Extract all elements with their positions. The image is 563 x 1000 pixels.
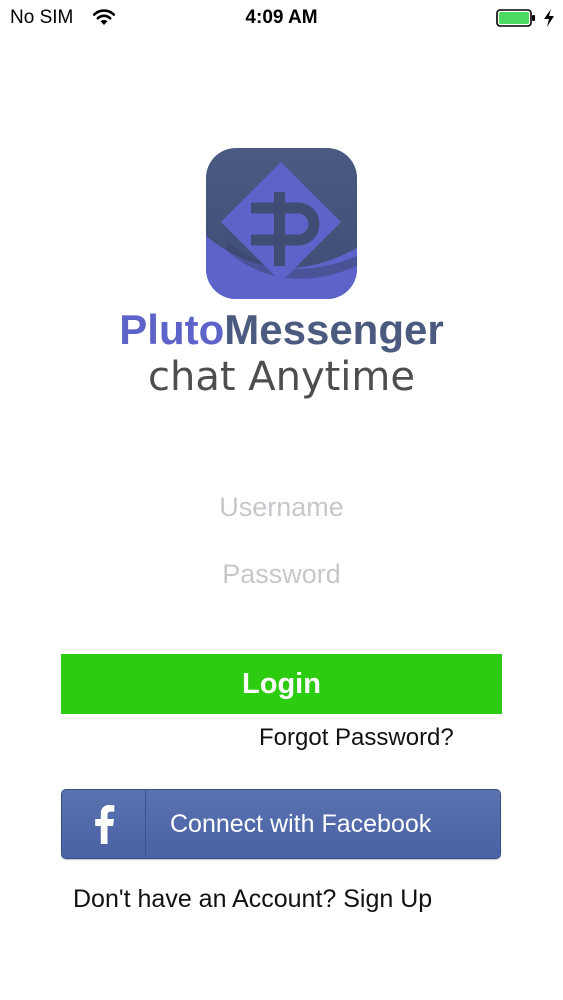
facebook-icon	[95, 805, 115, 844]
connect-facebook-button[interactable]: Connect with Facebook	[61, 789, 501, 859]
facebook-button-label: Connect with Facebook	[170, 810, 432, 838]
password-input[interactable]	[130, 551, 433, 597]
facebook-icon-box	[62, 790, 146, 858]
brand-name-pluto: Pluto	[119, 306, 225, 353]
login-button[interactable]: Login	[61, 654, 502, 714]
username-input[interactable]	[130, 484, 433, 530]
brand-name-messenger: Messenger	[224, 306, 444, 353]
forgot-password-link[interactable]: Forgot Password?	[259, 724, 454, 752]
app-brand-name: PlutoMessenger	[0, 306, 563, 354]
status-bar: No SIM 4:09 AM	[0, 0, 563, 36]
charging-bolt-icon	[544, 9, 554, 27]
pluto-messenger-logo-icon	[206, 148, 357, 299]
battery-icon	[496, 9, 535, 27]
signup-link[interactable]: Don't have an Account? Sign Up	[73, 885, 432, 914]
app-tagline: chat Anytime	[147, 354, 415, 400]
status-time: 4:09 AM	[245, 7, 318, 28]
